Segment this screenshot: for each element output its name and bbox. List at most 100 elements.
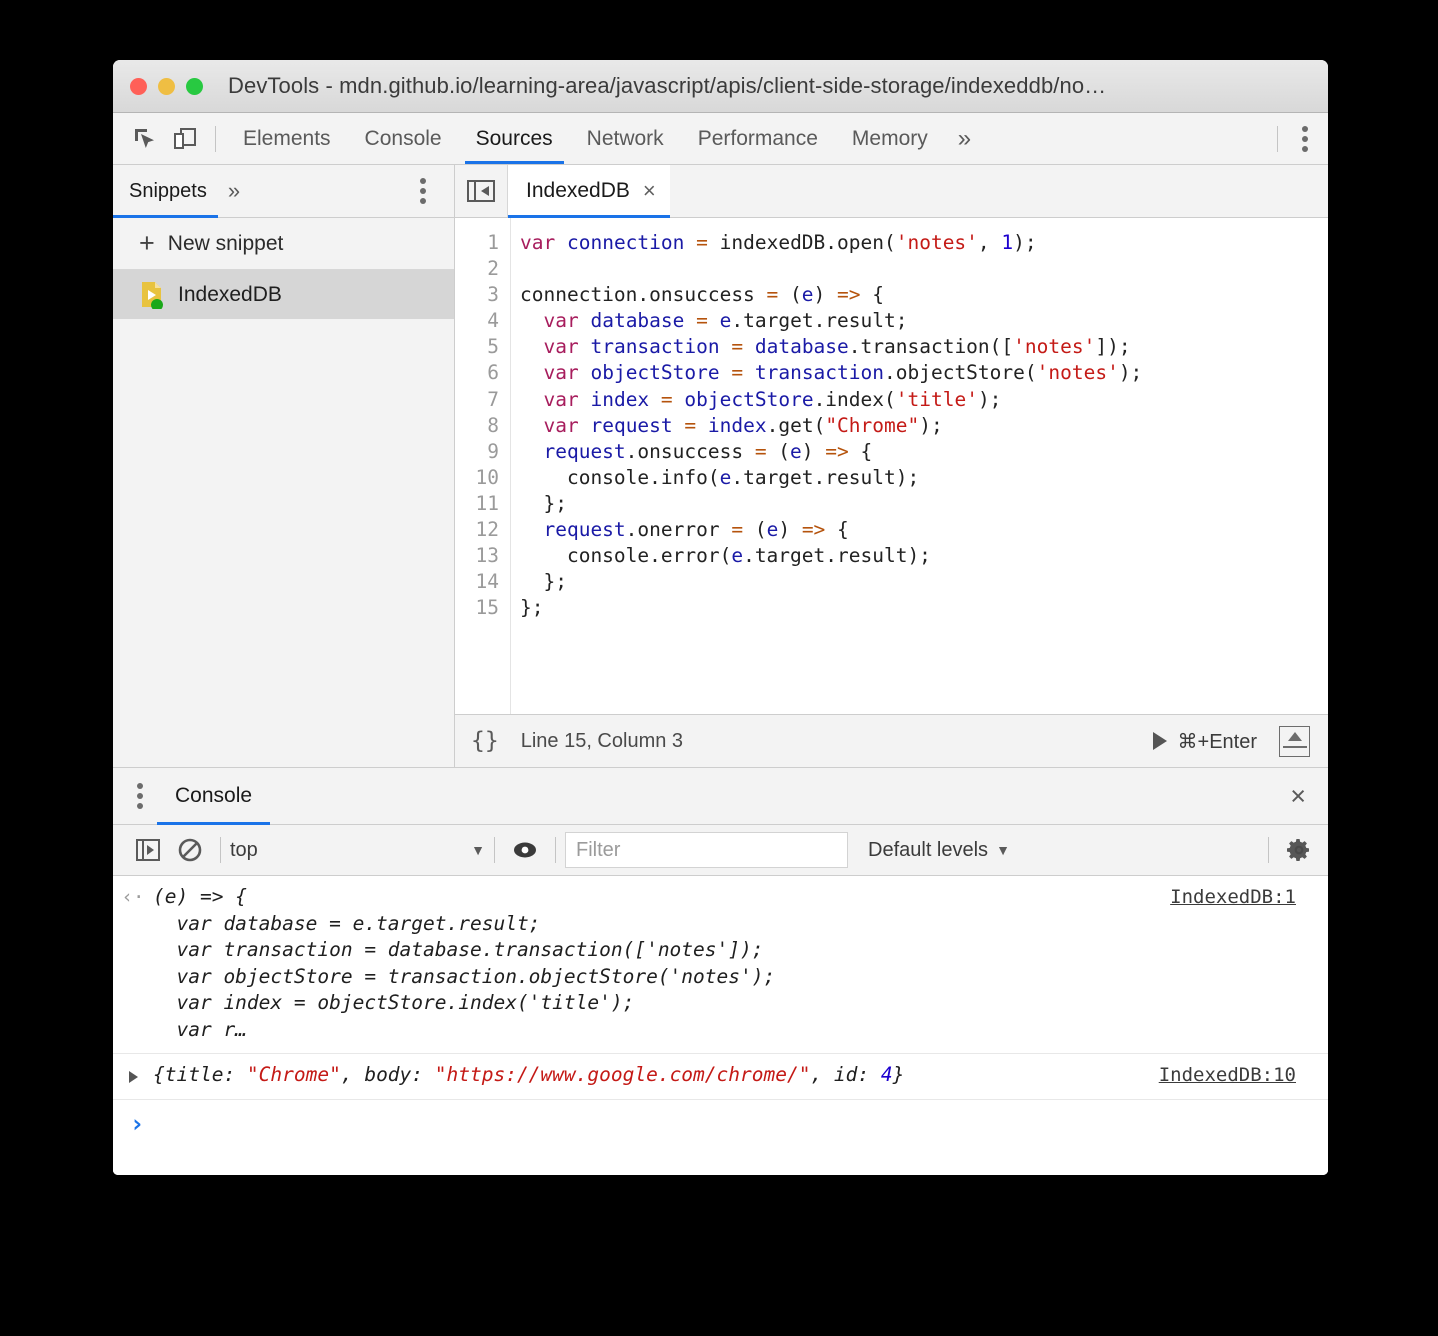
code-token: );	[1119, 361, 1142, 384]
clear-console-icon[interactable]	[169, 829, 211, 871]
eye-icon[interactable]	[504, 829, 546, 871]
code-token: =	[731, 335, 743, 358]
code-token: .objectStore(	[884, 361, 1037, 384]
line-number: 10	[455, 465, 499, 491]
close-window-button[interactable]	[130, 78, 147, 95]
code-token: ,	[978, 231, 1001, 254]
navigator-more-chevron-icon[interactable]: »	[218, 178, 250, 204]
minimize-window-button[interactable]	[158, 78, 175, 95]
pretty-print-icon[interactable]: {}	[471, 728, 499, 754]
close-icon[interactable]: ×	[643, 180, 656, 202]
editor-tab-indexeddb[interactable]: IndexedDB ×	[508, 165, 670, 217]
code-token: var	[543, 309, 578, 332]
code-token: console.info(	[520, 466, 720, 489]
code-line: var objectStore = transaction.objectStor…	[520, 360, 1328, 386]
run-snippet-button[interactable]: ⌘+Enter	[1153, 729, 1257, 754]
code-line: request.onerror = (e) => {	[520, 517, 1328, 543]
code-token: {	[849, 440, 872, 463]
console-toolbar-divider-1	[220, 837, 221, 863]
console-message-source-link[interactable]: IndexedDB:1	[1170, 884, 1328, 1043]
tab-console[interactable]: Console	[348, 113, 459, 164]
snippet-item-indexeddb[interactable]: IndexedDB	[113, 270, 454, 319]
console-text-token: "Chrome"	[247, 1063, 341, 1086]
code-token: .index(	[814, 388, 896, 411]
code-editor[interactable]: 123456789101112131415 var connection = i…	[455, 218, 1328, 714]
drawer-more-tools-icon[interactable]	[123, 779, 157, 813]
code-token: "Chrome"	[825, 414, 919, 437]
code-token	[520, 309, 543, 332]
editor-statusbar: {} Line 15, Column 3 ⌘+Enter	[455, 714, 1328, 767]
expand-triangle-icon[interactable]	[113, 1062, 153, 1089]
tab-memory[interactable]: Memory	[835, 113, 945, 164]
devtools-tabs: Elements Console Sources Network Perform…	[226, 113, 984, 164]
code-token: };	[520, 492, 567, 515]
code-token: objectStore	[684, 388, 813, 411]
line-number: 9	[455, 439, 499, 465]
console-message[interactable]: {title: "Chrome", body: "https://www.goo…	[113, 1054, 1328, 1100]
code-token	[520, 361, 543, 384]
code-token	[520, 335, 543, 358]
console-sidebar-icon[interactable]	[127, 829, 169, 871]
line-number: 2	[455, 256, 499, 282]
code-token: (	[767, 440, 790, 463]
code-token: 1	[1001, 231, 1013, 254]
console-prompt-input[interactable]	[157, 1110, 1328, 1140]
code-token: .onerror	[626, 518, 732, 541]
navigator-more-options-icon[interactable]	[406, 174, 440, 208]
console-text-token: 4	[881, 1063, 893, 1086]
code-token: ]);	[1095, 335, 1130, 358]
tab-sources[interactable]: Sources	[459, 113, 570, 164]
code-token: };	[520, 596, 543, 619]
navigator-tab-snippets[interactable]: Snippets	[113, 165, 218, 217]
code-token: .target.result);	[743, 544, 931, 567]
filter-input[interactable]: Filter	[565, 832, 848, 868]
maximize-window-button[interactable]	[186, 78, 203, 95]
close-drawer-icon[interactable]: ×	[1290, 783, 1306, 810]
tab-network[interactable]: Network	[570, 113, 681, 164]
tab-performance[interactable]: Performance	[681, 113, 835, 164]
code-token: =	[696, 309, 708, 332]
tab-elements[interactable]: Elements	[226, 113, 348, 164]
gear-icon[interactable]	[1278, 829, 1320, 871]
code-token: transaction	[755, 361, 884, 384]
more-tabs-chevron-icon[interactable]: »	[945, 113, 984, 164]
line-number: 12	[455, 517, 499, 543]
new-snippet-button[interactable]: + New snippet	[113, 218, 454, 270]
code-token: )	[778, 518, 801, 541]
navigator-header: Snippets »	[113, 165, 454, 218]
popout-editor-icon[interactable]	[1279, 726, 1310, 757]
code-token: index	[590, 388, 649, 411]
code-token	[696, 414, 708, 437]
code-content[interactable]: var connection = indexedDB.open('notes',…	[511, 218, 1328, 714]
code-token	[673, 388, 685, 411]
snippet-file-icon	[140, 281, 164, 309]
code-token: var	[543, 414, 578, 437]
code-token: var	[543, 388, 578, 411]
editor-tabbar: IndexedDB ×	[455, 165, 1328, 218]
plus-icon: +	[139, 230, 155, 257]
console-message-source-link[interactable]: IndexedDB:10	[1159, 1062, 1328, 1089]
execution-context-select[interactable]: top ▼	[230, 839, 485, 862]
devtools-content: Snippets » + New snippet	[113, 165, 1328, 1175]
code-token: e	[767, 518, 779, 541]
log-levels-select[interactable]: Default levels ▼	[868, 839, 1010, 862]
code-token: =	[767, 283, 779, 306]
device-toolbar-icon[interactable]	[165, 119, 205, 159]
chevron-down-icon-levels: ▼	[996, 842, 1010, 858]
line-number: 7	[455, 387, 499, 413]
console-message[interactable]: ‹·(e) => { var database = e.target.resul…	[113, 876, 1328, 1054]
console-output: ‹·(e) => { var database = e.target.resul…	[113, 876, 1328, 1175]
code-token: =>	[825, 440, 848, 463]
code-token: connection.onsuccess	[520, 283, 767, 306]
code-token	[579, 388, 591, 411]
drawer-tab-console[interactable]: Console	[157, 768, 270, 824]
console-prompt[interactable]: ›	[113, 1100, 1328, 1140]
show-navigator-icon[interactable]	[455, 165, 508, 217]
more-options-icon[interactable]	[1288, 122, 1322, 156]
code-token: =>	[802, 518, 825, 541]
console-text-token: , body:	[341, 1063, 435, 1086]
inspect-element-icon[interactable]	[125, 119, 165, 159]
line-number-gutter: 123456789101112131415	[455, 218, 511, 714]
code-token: =>	[837, 283, 860, 306]
code-token: 'notes'	[1037, 361, 1119, 384]
